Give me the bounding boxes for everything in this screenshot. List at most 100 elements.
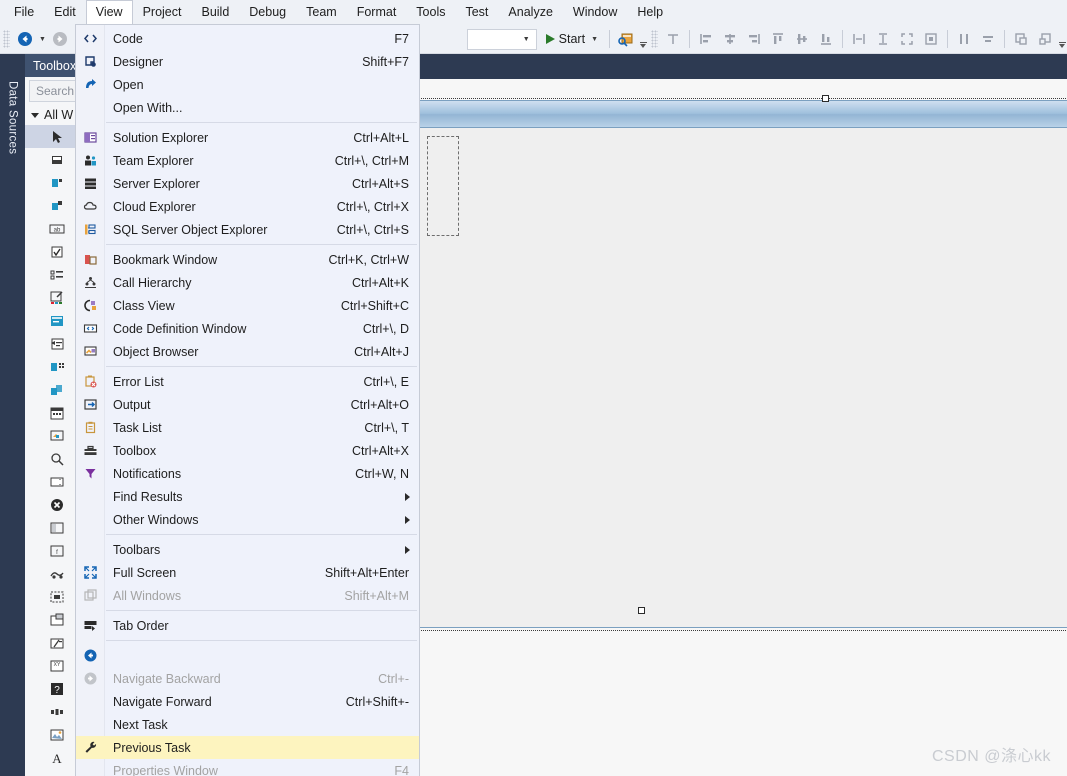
menubar-item-window[interactable]: Window [563,0,627,25]
configuration-combo[interactable]: ▼ [466,28,537,50]
menubar-item-format[interactable]: Format [347,0,407,25]
menu-item-shortcut: Ctrl+Shift+- [345,694,409,709]
resize-handle-top-center[interactable] [822,95,829,102]
align-rights-button [743,28,765,50]
menu-item-team-explorer[interactable]: Team Explorer Ctrl+\, Ctrl+M [76,149,419,172]
menubar-item-test[interactable]: Test [455,0,498,25]
menu-separator [106,366,417,367]
menu-item-toolbars[interactable]: Toolbars [76,538,419,561]
control-placeholder[interactable] [427,136,459,236]
no-icon [76,538,105,561]
menubar-item-team[interactable]: Team [296,0,347,25]
toolbar-overflow-button[interactable] [638,28,648,50]
menu-item-label: Cloud Explorer [113,199,196,214]
menu-item-label: SQL Server Object Explorer [113,222,268,237]
menu-item-task-list[interactable]: Task List Ctrl+\, T [76,416,419,439]
submenu-arrow-icon [405,545,410,554]
menu-item-shortcut: Ctrl+\, D [362,321,409,336]
svg-text:f: f [56,550,58,556]
toolbox-group-label: All W [44,108,74,122]
menubar-item-project[interactable]: Project [133,0,192,25]
menubar-item-edit[interactable]: Edit [44,0,86,25]
menu-item-error-list[interactable]: Error List Ctrl+\, E [76,370,419,393]
menu-item-label: Code Definition Window [113,321,247,336]
menu-item-notifications[interactable]: Notifications Ctrl+W, N [76,462,419,485]
menu-item-designer[interactable]: Designer Shift+F7 [76,50,419,73]
menu-item-navigate-backward[interactable] [76,644,419,667]
bookmark-icon [76,248,105,271]
numericupdown-icon [49,474,65,490]
resize-handle-bottom-center[interactable] [638,607,645,614]
menu-item-object-browser[interactable]: Object Browser Ctrl+Alt+J [76,340,419,363]
menubar-item-file[interactable]: File [4,0,44,25]
align-middles-button [791,28,813,50]
menu-item-full-screen[interactable]: Full Screen Shift+Alt+Enter [76,561,419,584]
menu-item-cloud-explorer[interactable]: Cloud Explorer Ctrl+\, Ctrl+X [76,195,419,218]
menu-item-shortcut: Ctrl+\, E [363,374,410,389]
menu-item-class-view[interactable]: Class View Ctrl+Shift+C [76,294,419,317]
toolbar-separator [1004,30,1005,48]
menubar-item-help[interactable]: Help [627,0,673,25]
no-icon [76,690,105,713]
design-form-window[interactable]: ✕ [418,100,1067,628]
solution-explorer-icon [76,126,105,149]
menu-item-sql-server-object-explorer[interactable]: SQL Server Object Explorer Ctrl+\, Ctrl+… [76,218,419,241]
toolbox-icon [76,439,105,462]
menu-item-open[interactable]: Open [76,73,419,96]
menu-item-solution-explorer[interactable]: Solution Explorer Ctrl+Alt+L [76,126,419,149]
menu-item-shortcut: Ctrl+\, Ctrl+S [336,222,409,237]
menu-item-label: Task List [113,420,162,435]
menu-item-tab-order[interactable]: Tab Order [76,614,419,637]
toolbar-grip[interactable] [651,30,658,48]
object-browser-icon [76,340,105,363]
toolbar-separator [609,30,610,48]
menu-item-properties-window[interactable]: Previous Task [76,736,419,759]
menu-item-toolbox[interactable]: Toolbox Ctrl+Alt+X [76,439,419,462]
start-dropdown-icon[interactable]: ▼ [591,36,598,43]
menu-item-code[interactable]: Code F7 [76,27,419,50]
menu-item-label: All Windows [113,588,182,603]
menu-separator [106,610,417,611]
toolbar-grip[interactable] [3,30,10,48]
menu-item-label: Designer [113,54,164,69]
menu-item-code-definition-window[interactable]: Code Definition Window Ctrl+\, D [76,317,419,340]
menu-item-find-results[interactable]: Find Results [76,485,419,508]
form-client-area[interactable] [419,128,1067,627]
menu-item-output[interactable]: Output Ctrl+Alt+O [76,393,419,416]
layout-toolbar-overflow-button[interactable] [1057,28,1067,50]
menu-item-call-hierarchy[interactable]: Call Hierarchy Ctrl+Alt+K [76,271,419,294]
menubar-item-tools[interactable]: Tools [406,0,455,25]
start-debug-button[interactable]: Start ▼ [541,28,605,50]
navigate-back-dropdown[interactable]: ▼ [39,36,46,43]
navigate-forward-button [49,28,71,50]
menubar-item-view[interactable]: View [85,0,133,26]
vertical-tab-data-sources[interactable]: Data Sources [0,58,25,178]
navigate-forward-icon [76,667,105,690]
menu-item-other-windows[interactable]: Other Windows [76,508,419,531]
menu-item-label: Open [113,77,144,92]
no-icon [76,508,105,531]
no-icon [76,713,105,736]
menubar-item-debug[interactable]: Debug [239,0,296,25]
menubar-item-analyze[interactable]: Analyze [498,0,562,25]
panel-icon [49,520,65,536]
attach-to-process-button[interactable] [615,28,637,50]
font-underline-icon: A [49,773,65,776]
menu-item-label: Navigate Forward [113,694,212,709]
menu-item-server-explorer[interactable]: Server Explorer Ctrl+Alt+S [76,172,419,195]
call-hierarchy-icon [76,271,105,294]
align-bottoms-button [815,28,837,50]
combobox-icon [49,198,65,214]
make-same-height-button [872,28,894,50]
menu-item-bookmark-window[interactable]: Bookmark Window Ctrl+K, Ctrl+W [76,248,419,271]
menu-item-previous-task[interactable]: Next Task [76,713,419,736]
menu-item-open-with[interactable]: Open With... [76,96,419,119]
colordialog-icon [49,290,65,306]
menubar-item-build[interactable]: Build [191,0,239,25]
menu-item-label: Tab Order [113,618,169,633]
navigate-back-button[interactable] [14,28,36,50]
menu-item-next-task[interactable]: Navigate Forward Ctrl+Shift+- [76,690,419,713]
menu-item-label: Other Windows [113,512,199,527]
no-icon [76,759,105,776]
bring-to-front-button [1010,28,1032,50]
